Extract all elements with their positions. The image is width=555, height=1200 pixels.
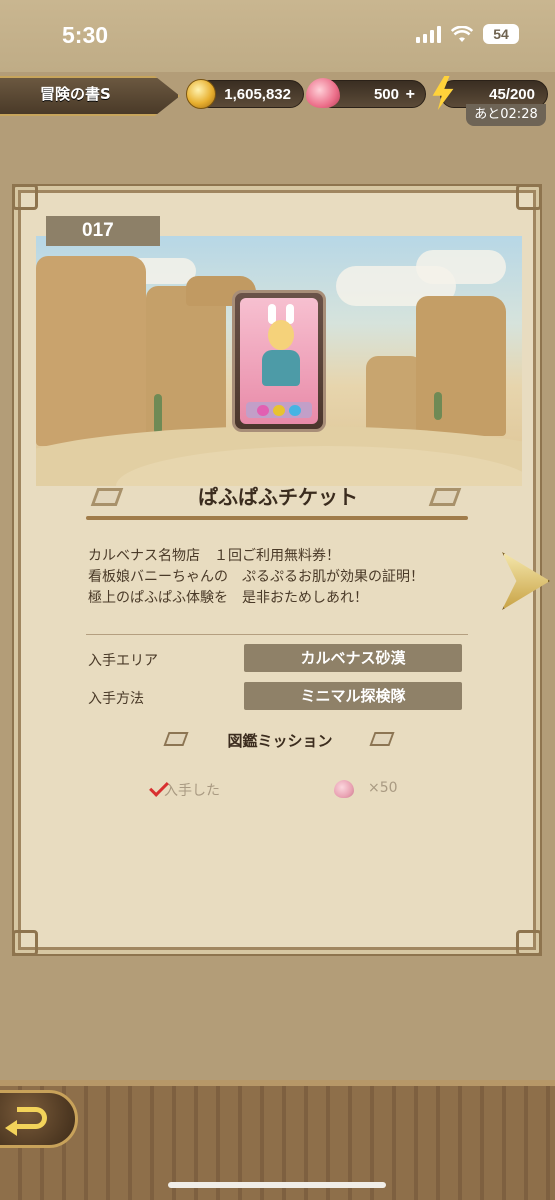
- gem-value: 500: [373, 86, 399, 103]
- ticket-card-image: [232, 290, 326, 432]
- back-button[interactable]: [0, 1090, 78, 1148]
- slime-reward-icon: [334, 780, 354, 798]
- mission-task: 入手した: [164, 783, 220, 799]
- coin-value: 1,605,832: [224, 86, 291, 103]
- status-time: 5:30: [62, 22, 109, 48]
- panel-corner-deco: [12, 930, 38, 956]
- wifi-icon: [451, 25, 473, 42]
- area-label: 入手エリア: [88, 653, 158, 669]
- description-line: カルベナス名物店 １回ご利用無料券！: [88, 548, 340, 564]
- status-bar: 5:30 54: [0, 0, 555, 72]
- status-icons: 54: [416, 24, 519, 44]
- home-indicator[interactable]: [168, 1182, 386, 1188]
- mission-title: 図鑑ミッション: [227, 732, 333, 750]
- method-label: 入手方法: [88, 691, 144, 707]
- gem-plus-icon[interactable]: +: [406, 86, 415, 104]
- panel-corner-deco: [12, 184, 38, 210]
- back-arrow-icon: [5, 1107, 47, 1136]
- description-line: 看板娘バニーちゃんの ぷるぷるお肌が効果の証明！: [88, 569, 424, 585]
- title-divider: [86, 516, 468, 520]
- reward-count: ×50: [368, 780, 398, 796]
- item-title: ぱふぱふチケット: [198, 485, 358, 509]
- coin-icon: [186, 79, 216, 109]
- stamina-value: 45/200: [489, 86, 535, 103]
- stamina-timer: あと02:28: [466, 104, 546, 126]
- heart-icons: [246, 402, 312, 418]
- item-number-badge: 017: [46, 216, 160, 246]
- method-value: ミニマル探検隊: [244, 682, 462, 710]
- panel-corner-deco: [516, 930, 542, 956]
- mission-row: 入手した ×50: [149, 777, 410, 802]
- mission-header: 図鑑ミッション: [160, 728, 400, 754]
- area-value: カルベナス砂漠: [244, 644, 462, 672]
- description-line: 極上のぱふぱふ体験を 是非おためしあれ！: [88, 590, 368, 606]
- slime-gem-icon: [306, 78, 340, 108]
- item-description: カルベナス名物店 １回ご利用無料券！ 看板娘バニーちゃんの ぷるぷるお肌が効果の…: [88, 546, 488, 609]
- panel-corner-deco: [516, 184, 542, 210]
- top-hud: 冒険の書S 1,605,832 500 + 45/200 あと02:28: [0, 72, 555, 130]
- battery-icon: 54: [483, 24, 519, 44]
- adventure-book-label: 冒険の書S: [40, 85, 111, 103]
- divider: [86, 634, 468, 635]
- signal-icon: [416, 25, 441, 43]
